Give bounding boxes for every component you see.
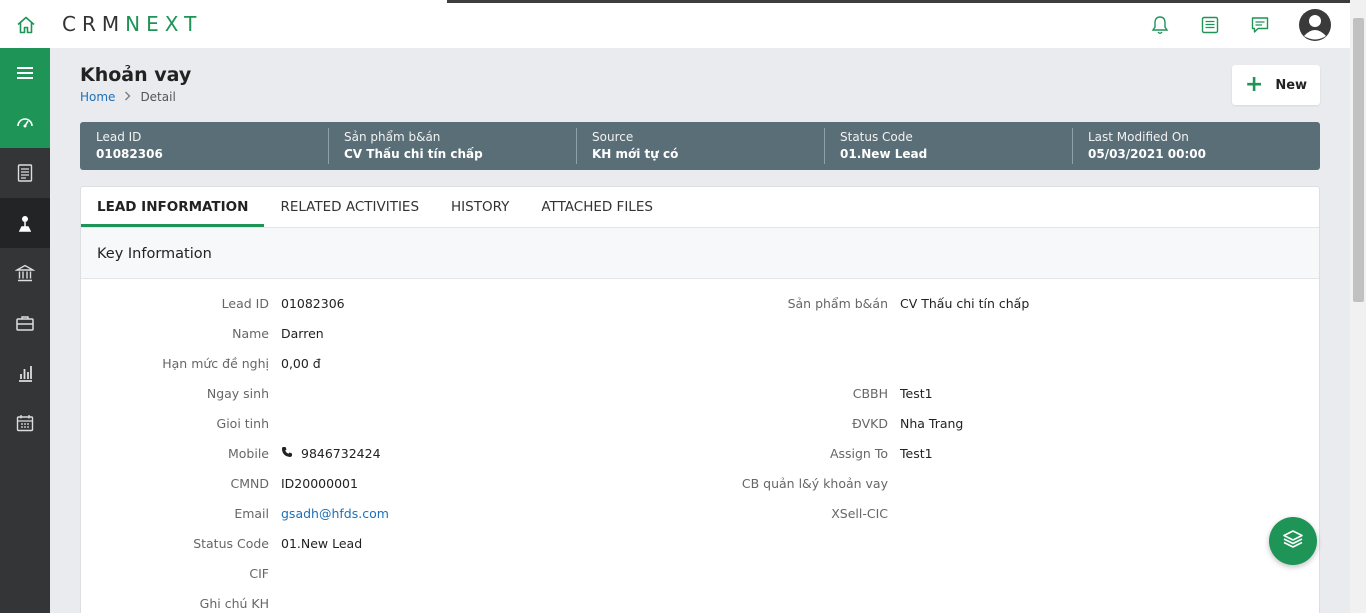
bank-icon[interactable] [0,248,50,298]
field-label: Ngay sinh [206,385,269,401]
layers-fab-button[interactable] [1269,517,1317,565]
field-label: CIF [249,565,269,581]
tab-attached-files[interactable]: ATTACHED FILES [525,187,669,227]
field-value: 0,00 đ [281,355,321,371]
notes-icon[interactable] [1194,9,1226,41]
field-label: Mobile [227,445,269,461]
summary-source: Source KH mới tự có [576,122,824,170]
sidebar [0,48,50,613]
field-value: Nha Trang [900,415,964,431]
field-label: Gioi tinh [216,415,269,431]
header-actions [1126,8,1332,42]
lead-icon[interactable] [0,198,50,248]
menu-icon[interactable] [0,48,50,98]
field-label: Lead ID [221,295,269,311]
loading-bar [447,0,1350,3]
section-title: Key Information [81,228,1319,279]
field-value: ID20000001 [281,475,358,491]
report-icon[interactable] [0,348,50,398]
field-value: 01.New Lead [281,535,363,551]
field-value: Test1 [900,385,933,401]
scrollbar-thumb[interactable] [1353,18,1364,302]
new-button[interactable]: + New [1232,65,1320,105]
summary-label: Status Code [840,130,913,144]
page-title: Khoản vay [80,64,192,86]
logo-crm-text: CRM [62,12,126,36]
breadcrumb-home-link[interactable]: Home [80,90,115,104]
chat-icon[interactable] [1244,9,1276,41]
summary-product: Sản phẩm b&án CV Thấu chi tín chấp [328,122,576,170]
tab-lead-information[interactable]: LEAD INFORMATION [81,187,265,227]
summary-label: Sản phẩm b&án [344,130,441,144]
logo-next-text: NEXT [125,12,203,36]
summary-value: 01082306 [96,147,163,161]
avatar-icon[interactable] [1298,8,1332,42]
field-label: CBBH [852,385,888,401]
summary-label: Lead ID [96,130,142,144]
dashboard-icon[interactable] [0,98,50,148]
field-value: Test1 [900,445,933,461]
document-icon[interactable] [0,148,50,198]
summary-value: CV Thấu chi tín chấp [344,147,483,161]
field-label: Status Code [193,535,269,551]
field-label: CB quản l&ý khoản vay [741,475,888,491]
tab-history[interactable]: HISTORY [435,187,525,227]
briefcase-icon[interactable] [0,298,50,348]
field-value: Darren [281,325,324,341]
field-label: Name [232,325,269,341]
field-label: Hạn mức đề nghị [162,355,269,371]
email-link[interactable]: gsadh@hfds.com [281,506,389,521]
breadcrumb-current: Detail [140,90,176,104]
mobile-number[interactable]: 9846732424 [301,446,381,461]
field-label: CMND [230,475,270,491]
page-scrollbar[interactable] [1350,0,1366,613]
plus-icon: + [1244,72,1264,97]
tab-related-activities[interactable]: RELATED ACTIVITIES [264,187,435,227]
summary-label: Last Modified On [1088,130,1189,144]
phone-icon [281,446,293,461]
detail-card: LEAD INFORMATION RELATED ACTIVITIES HIST… [80,186,1320,613]
layers-icon [1282,528,1304,554]
bell-icon[interactable] [1144,9,1176,41]
calendar-icon[interactable] [0,398,50,448]
field-label: Ghi chú KH [199,595,269,611]
top-bar: CRMNEXT [0,0,1350,48]
tab-bar: LEAD INFORMATION RELATED ACTIVITIES HIST… [81,187,1319,228]
summary-strip: Lead ID 01082306 Sản phẩm b&án CV Thấu c… [80,122,1320,170]
field-label: ĐVKD [852,415,888,431]
summary-lead-id: Lead ID 01082306 [80,122,328,170]
summary-last-modified: Last Modified On 05/03/2021 00:00 [1072,122,1320,170]
summary-value: KH mới tự có [592,147,679,161]
field-value-mobile[interactable]: 9846732424 [281,446,381,461]
summary-value: 01.New Lead [840,147,928,161]
field-label: Assign To [829,445,888,461]
field-label: XSell-CIC [831,505,888,521]
field-label: Email [234,505,269,521]
field-value: CV Thấu chi tín chấp [900,295,1030,311]
chevron-right-icon [124,90,131,104]
field-value: 01082306 [281,295,345,311]
field-label: Sản phẩm b&án [787,295,888,311]
new-button-label: New [1275,77,1308,93]
breadcrumb: Home Detail [80,90,176,104]
home-icon[interactable] [12,11,40,39]
app-logo[interactable]: CRMNEXT [62,12,202,36]
summary-label: Source [592,130,634,144]
summary-status-code: Status Code 01.New Lead [824,122,1072,170]
summary-value: 05/03/2021 00:00 [1088,147,1206,161]
